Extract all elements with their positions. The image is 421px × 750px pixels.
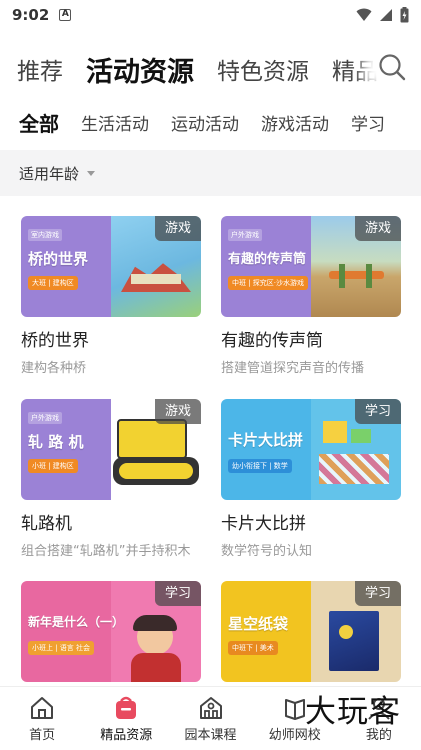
thumb-pill: 幼小衔接下 | 数学 (228, 459, 292, 473)
category-badge: 学习 (355, 399, 401, 424)
card-description: 数学符号的认知 (221, 544, 313, 559)
book-icon (284, 699, 305, 720)
nav-premium-resources[interactable]: 精品资源 (84, 687, 168, 750)
card-thumbnail: 星空纸袋 中班下 | 美术 学习 (221, 581, 401, 682)
thumb-title: 卡片大比拼 (228, 431, 304, 449)
card-thumbnail: 卡片大比拼 幼小衔接下 | 数学 学习 (221, 399, 401, 500)
thumb-tag: 户外游戏 (228, 229, 262, 241)
resource-card[interactable]: 室内游戏 桥的世界 大班 | 建构区 游戏 桥的世界 建构各种桥 (21, 216, 201, 376)
nav-premium-resources-label: 精品资源 (100, 728, 153, 743)
thumb-title: 桥的世界 (28, 250, 89, 268)
thumb-tag: 户外游戏 (28, 412, 62, 424)
sub-tab-sports-activities[interactable]: 运动活动 (171, 110, 239, 135)
thumb-title: 有趣的传声筒 (228, 252, 307, 267)
battery-icon (400, 7, 409, 23)
nav-home[interactable]: 首页 (0, 687, 84, 750)
status-icons (356, 7, 409, 23)
card-thumbnail: 室内游戏 桥的世界 大班 | 建构区 游戏 (21, 216, 201, 317)
thumb-pill: 小班上 | 语言 社会 (28, 641, 95, 655)
sub-tab-game-activities[interactable]: 游戏活动 (261, 110, 329, 135)
category-badge: 游戏 (155, 216, 201, 241)
watermark-logo: 大玩客 (305, 694, 401, 730)
resource-card[interactable]: 户外游戏 轧 路 机 小班 | 建构区 游戏 轧路机 组合搭建“轧路机”并手持积… (21, 399, 201, 559)
card-title: 有趣的传声筒 (221, 331, 323, 351)
thumb-title: 轧 路 机 (28, 433, 84, 451)
age-filter-label: 适用年龄 (19, 164, 80, 183)
resource-grid: 室内游戏 桥的世界 大班 | 建构区 游戏 桥的世界 建构各种桥 户外游戏 有趣… (0, 196, 421, 686)
status-time: 9:02 (12, 6, 50, 24)
home-icon (31, 697, 54, 719)
thumb-title: 星空纸袋 (228, 615, 289, 633)
card-title: 桥的世界 (21, 331, 89, 351)
top-tab-featured-resources[interactable]: 特色资源 (217, 52, 309, 86)
sub-tab-learning[interactable]: 学习 (351, 110, 385, 135)
sub-tab-bar: 全部 生活活动 运动活动 游戏活动 学习 (0, 100, 421, 144)
card-description: 建构各种桥 (21, 361, 87, 376)
status-bar: 9:02 A (0, 0, 421, 30)
category-badge: 学习 (355, 581, 401, 606)
nav-school-courses-label: 园本课程 (184, 728, 237, 743)
thumb-pill: 中班 | 探究区·沙水游戏 (228, 276, 309, 290)
thumb-tag: 室内游戏 (28, 229, 62, 241)
search-icon (379, 54, 406, 81)
resource-card[interactable]: 户外游戏 有趣的传声筒 中班 | 探究区·沙水游戏 游戏 有趣的传声筒 搭建管道… (221, 216, 401, 376)
caret-down-icon (87, 170, 96, 176)
resource-card[interactable]: 星空纸袋 中班下 | 美术 学习 (221, 581, 401, 682)
sub-tab-life-activities[interactable]: 生活活动 (81, 110, 149, 135)
age-filter-dropdown[interactable]: 适用年龄 (0, 150, 421, 196)
bag-icon (116, 696, 137, 719)
search-button[interactable] (377, 52, 411, 86)
thumb-pill: 大班 | 建构区 (28, 276, 78, 290)
nav-home-label: 首页 (29, 728, 56, 743)
card-title: 卡片大比拼 (221, 514, 306, 534)
thumb-title: 新年是什么（一） (28, 615, 125, 629)
thumb-pill: 中班下 | 美术 (228, 641, 278, 655)
nav-school-courses[interactable]: 园本课程 (168, 687, 252, 750)
thumb-pill: 小班 | 建构区 (28, 459, 78, 473)
category-badge: 游戏 (355, 216, 401, 241)
school-icon (199, 697, 222, 719)
card-description: 组合搭建“轧路机”并手持积木 (21, 544, 191, 559)
card-thumbnail: 户外游戏 轧 路 机 小班 | 建构区 游戏 (21, 399, 201, 500)
notification-icon: A (59, 9, 72, 21)
category-badge: 游戏 (155, 399, 201, 424)
card-title: 轧路机 (21, 514, 72, 534)
sub-tab-all[interactable]: 全部 (19, 108, 59, 137)
resource-card[interactable]: 新年是什么（一） 小班上 | 语言 社会 学习 (21, 581, 201, 682)
signal-icon (380, 9, 392, 21)
card-description: 搭建管道探究声音的传播 (221, 361, 365, 376)
card-thumbnail: 新年是什么（一） 小班上 | 语言 社会 学习 (21, 581, 201, 682)
top-tab-bar: 推荐 活动资源 特色资源 精品 (0, 40, 421, 98)
category-badge: 学习 (155, 581, 201, 606)
top-tab-activity-resources[interactable]: 活动资源 (86, 50, 194, 89)
resource-card[interactable]: 卡片大比拼 幼小衔接下 | 数学 学习 卡片大比拼 数学符号的认知 (221, 399, 401, 559)
wifi-icon (356, 8, 372, 21)
top-tab-premium[interactable]: 精品 (332, 52, 378, 86)
top-tab-recommend[interactable]: 推荐 (17, 52, 63, 86)
card-thumbnail: 户外游戏 有趣的传声筒 中班 | 探究区·沙水游戏 游戏 (221, 216, 401, 317)
